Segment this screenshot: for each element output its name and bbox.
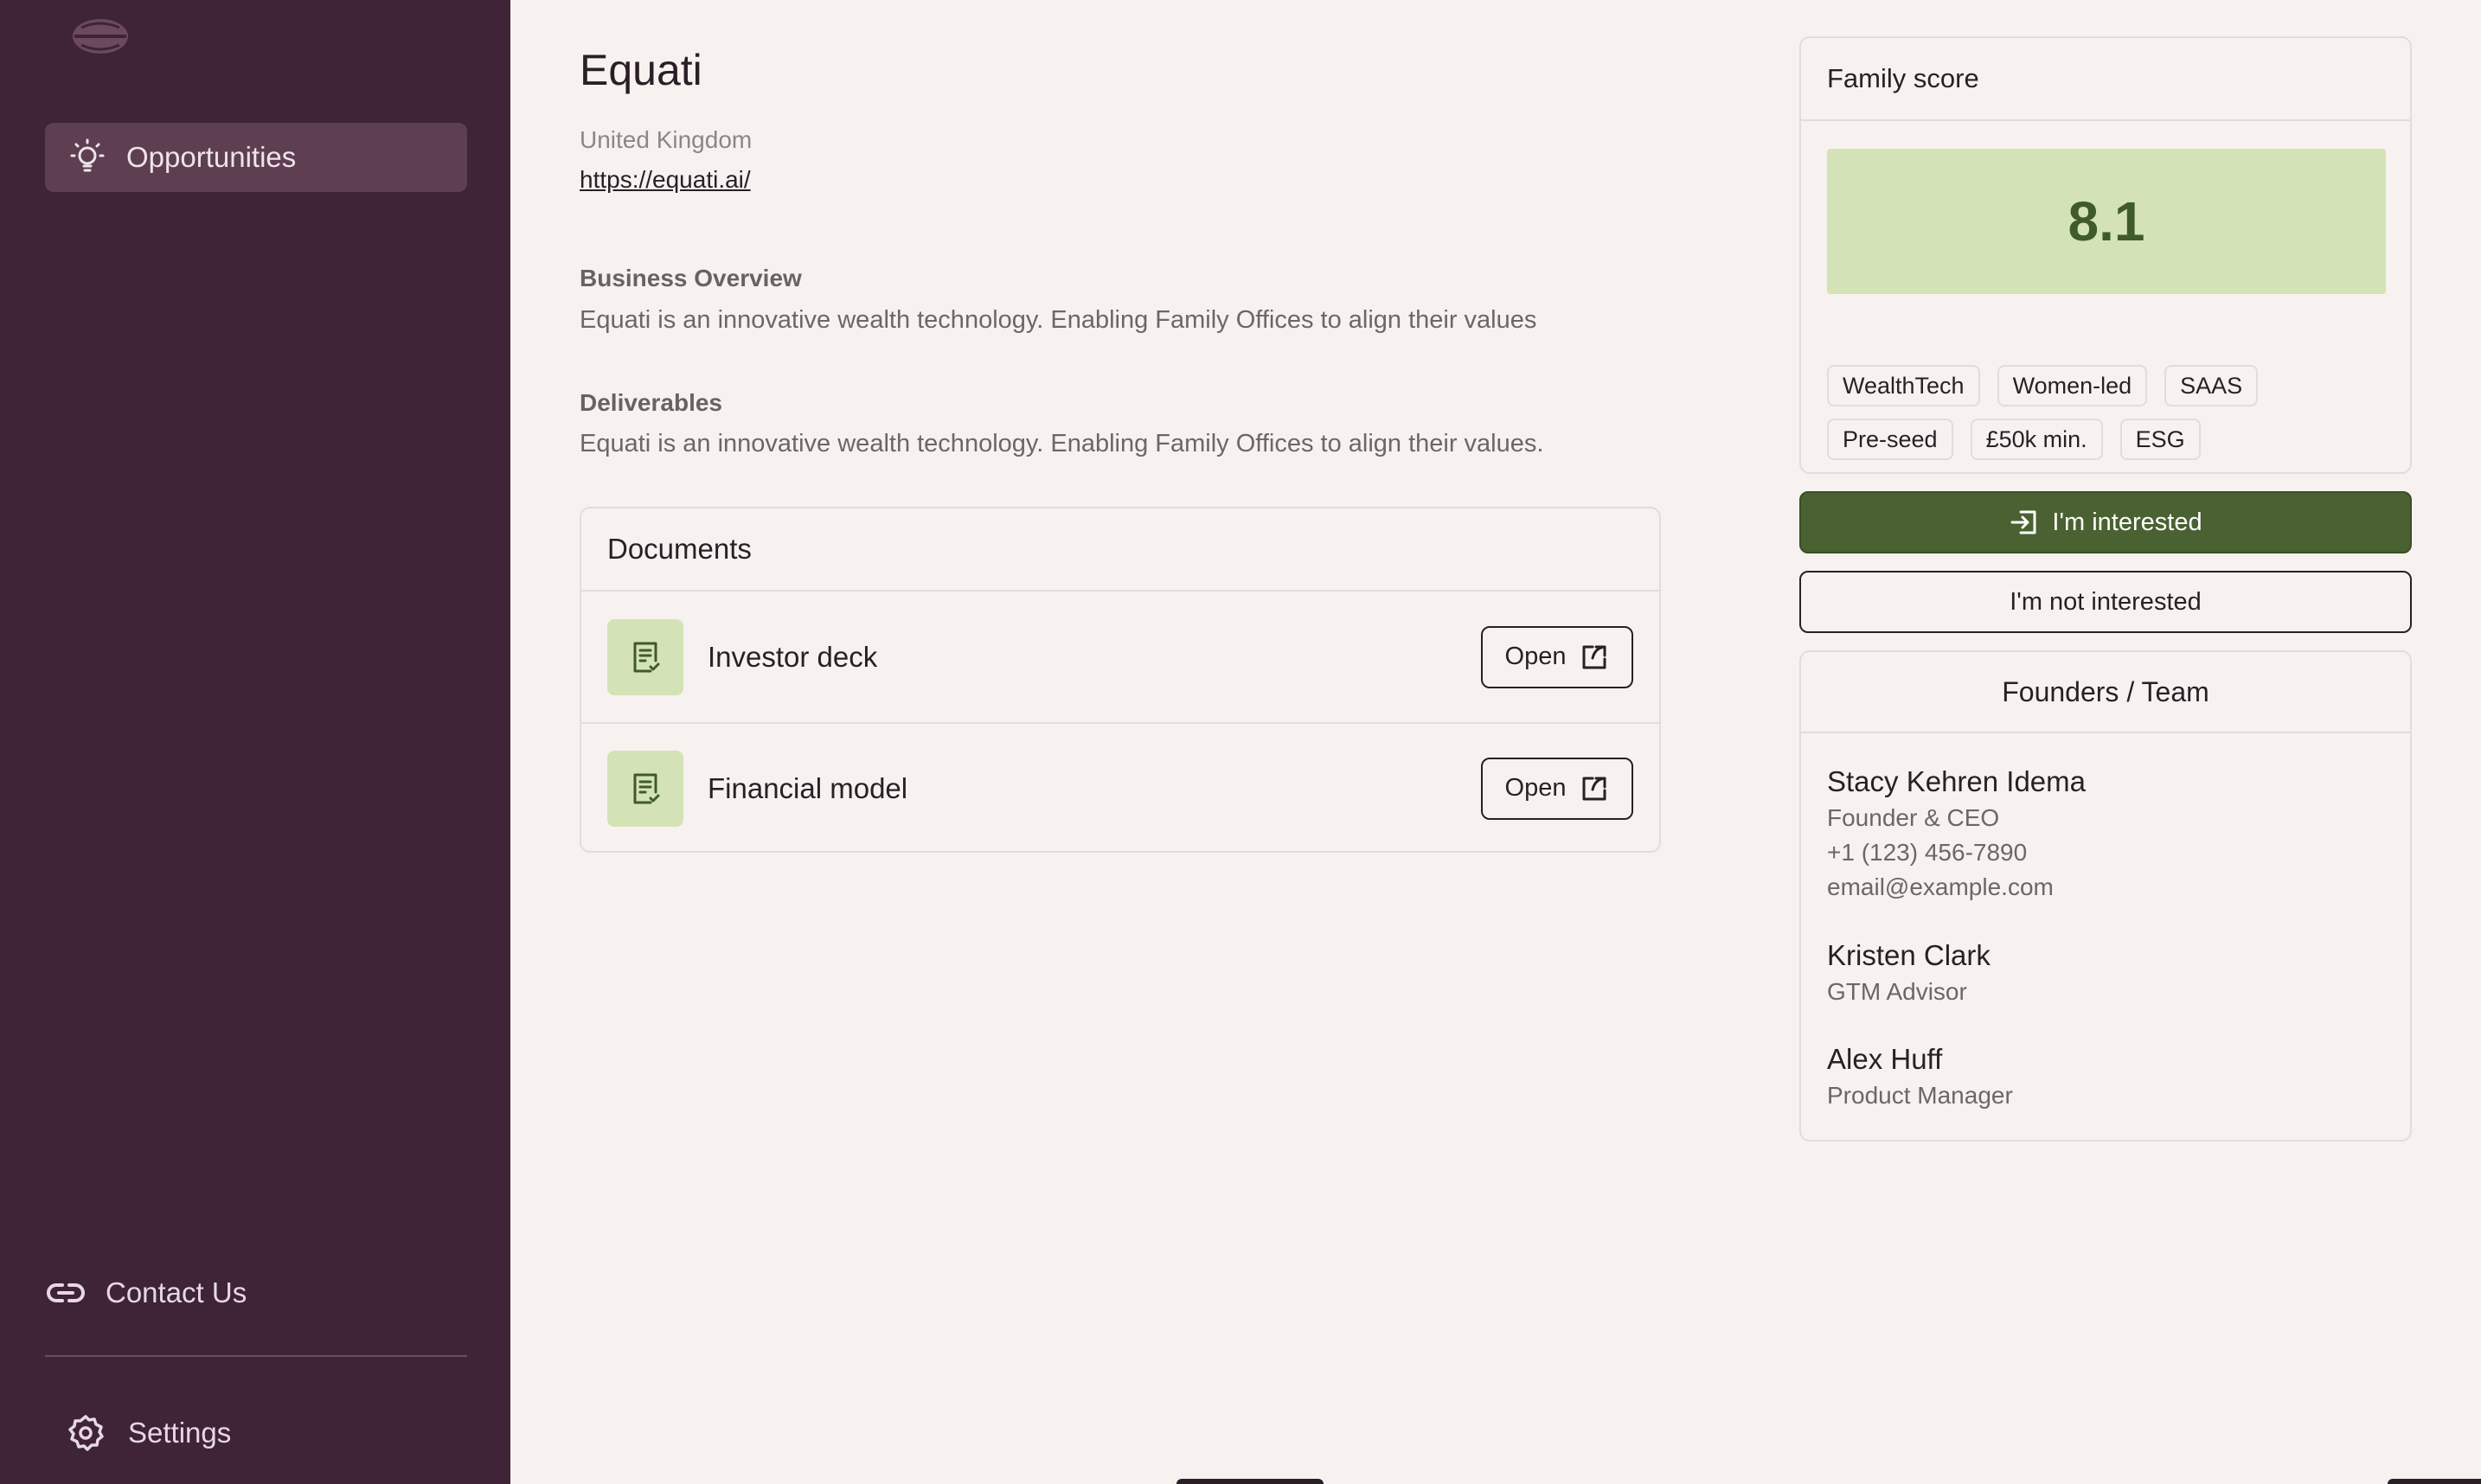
sidebar-item-label: Opportunities	[126, 141, 297, 173]
bottom-edge-element	[1176, 1479, 1324, 1484]
document-check-icon	[607, 618, 683, 695]
tag-badge: WealthTech	[1827, 365, 1980, 406]
settings-link[interactable]: Settings	[66, 1410, 231, 1456]
lightbulb-icon	[66, 136, 109, 179]
documents-card: Documents Investor deck Open Financial m…	[580, 507, 1661, 853]
sidebar-divider	[45, 1355, 467, 1357]
family-score-value: 8.1	[1827, 149, 2386, 294]
company-country: United Kingdom	[580, 126, 753, 153]
settings-label: Settings	[128, 1417, 232, 1449]
page-title: Equati	[580, 46, 702, 94]
company-url-link[interactable]: https://equati.ai/	[580, 166, 751, 194]
family-score-card: Family score 8.1 WealthTech Women-led SA…	[1799, 36, 2412, 474]
interested-button[interactable]: I'm interested	[1799, 491, 2412, 553]
member-name: Kristen Clark	[1827, 939, 1991, 971]
member-role: GTM Advisor	[1827, 978, 1967, 1005]
document-row: Investor deck Open	[581, 592, 1659, 722]
tag-badge: £50k min.	[1970, 419, 2103, 460]
brand-logo-icon[interactable]	[69, 17, 131, 55]
contact-us-label: Contact Us	[106, 1276, 247, 1308]
member-phone: +1 (123) 456-7890	[1827, 839, 2028, 866]
member-email: email@example.com	[1827, 873, 2054, 900]
founders-team-card: Founders / Team Stacy Kehren Idema Found…	[1799, 650, 2412, 1142]
bottom-edge-element	[2388, 1479, 2481, 1484]
sign-in-icon	[2009, 507, 2040, 538]
sidebar: Opportunities Contact Us Settings	[0, 0, 510, 1484]
team-member: Alex Huff Product Manager	[1827, 1040, 2013, 1113]
tag-list: WealthTech Women-led SAAS Pre-seed £50k …	[1827, 365, 2386, 460]
document-check-icon	[607, 750, 683, 827]
tag-badge: Women-led	[1997, 365, 2148, 406]
tag-badge: ESG	[2119, 419, 2201, 460]
family-score-title: Family score	[1801, 38, 2410, 121]
team-member: Stacy Kehren Idema Founder & CEO +1 (123…	[1827, 763, 2086, 905]
not-interested-button[interactable]: I'm not interested	[1799, 571, 2412, 633]
team-member: Kristen Clark GTM Advisor	[1827, 937, 1991, 1009]
tag-badge: Pre-seed	[1827, 419, 1953, 460]
deliverables-label: Deliverables	[580, 389, 722, 416]
deliverables-text: Equati is an innovative wealth technolog…	[580, 430, 1544, 457]
open-button-label: Open	[1504, 774, 1567, 802]
open-financial-model-button[interactable]: Open	[1481, 757, 1633, 820]
open-investor-deck-button[interactable]: Open	[1481, 625, 1633, 688]
sidebar-item-opportunities[interactable]: Opportunities	[45, 123, 467, 192]
external-link-icon	[1580, 774, 1609, 803]
gear-icon	[66, 1412, 107, 1454]
external-link-icon	[1580, 643, 1609, 672]
business-overview-text: Equati is an innovative wealth technolog…	[580, 306, 1537, 334]
business-overview-label: Business Overview	[580, 265, 802, 291]
link-icon	[45, 1272, 87, 1314]
document-label: Investor deck	[708, 640, 878, 673]
member-name: Alex Huff	[1827, 1043, 1943, 1075]
open-button-label: Open	[1504, 643, 1567, 670]
tag-badge: SAAS	[2164, 365, 2259, 406]
interested-label: I'm interested	[2052, 508, 2202, 536]
member-role: Product Manager	[1827, 1082, 2013, 1109]
member-role: Founder & CEO	[1827, 804, 2000, 831]
founders-team-title: Founders / Team	[1801, 652, 2410, 733]
document-row: Financial model Open	[581, 722, 1659, 853]
not-interested-label: I'm not interested	[2010, 587, 2202, 616]
contact-us-link[interactable]: Contact Us	[45, 1271, 247, 1314]
member-name: Stacy Kehren Idema	[1827, 765, 2086, 797]
document-label: Financial model	[708, 771, 908, 804]
documents-title: Documents	[581, 509, 1659, 592]
